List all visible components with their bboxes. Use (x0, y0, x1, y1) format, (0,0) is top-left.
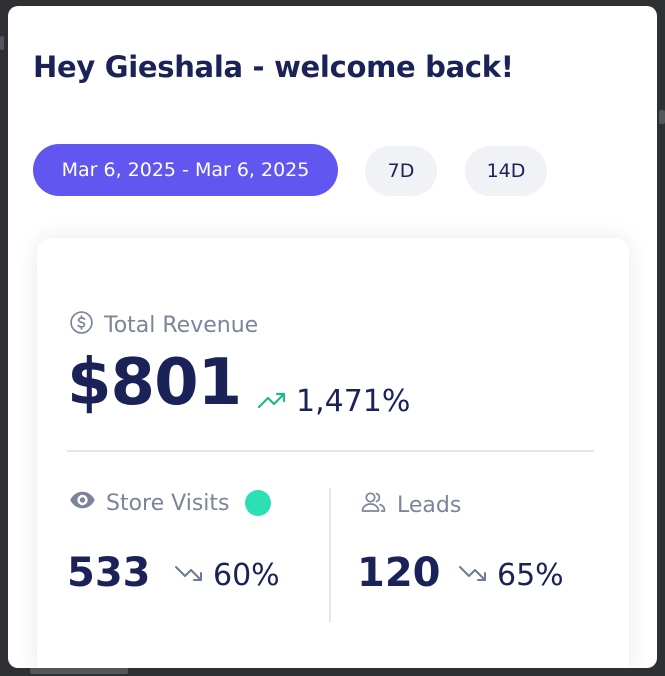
live-status-dot (245, 490, 272, 516)
store-visits-value: 533 (67, 550, 151, 596)
metrics-card: Total Revenue $801 1,471% Store Visits L… (37, 238, 629, 668)
total-revenue-heading: Total Revenue (69, 310, 258, 341)
trend-up-icon (257, 384, 296, 419)
background-fragment (659, 110, 665, 124)
leads-change: 65% (458, 558, 564, 593)
leads-change-percent: 65% (497, 558, 564, 593)
revenue-change: 1,471% (257, 384, 410, 419)
dollar-circle-icon (69, 310, 104, 341)
range-14d-button[interactable]: 14D (465, 146, 547, 196)
leads-label: Leads (397, 492, 462, 518)
section-divider (67, 450, 594, 452)
date-range-selector[interactable]: Mar 6, 2025 - Mar 6, 2025 (33, 144, 338, 196)
leads-value: 120 (357, 550, 441, 596)
range-7d-button[interactable]: 7D (365, 146, 437, 196)
total-revenue-label: Total Revenue (104, 313, 259, 338)
store-visits-heading: Store Visits (69, 490, 272, 516)
background-fragment (0, 36, 4, 50)
welcome-dashboard-modal: Hey Gieshala - welcome back! Mar 6, 2025… (8, 6, 657, 668)
total-revenue-value: $801 (67, 346, 242, 420)
store-visits-label: Store Visits (106, 490, 230, 516)
revenue-change-percent: 1,471% (296, 384, 411, 419)
store-visits-change-percent: 60% (213, 558, 280, 593)
page-title: Hey Gieshala - welcome back! (33, 50, 514, 84)
leads-heading: Leads (360, 490, 461, 520)
trend-down-icon (174, 558, 213, 593)
column-divider (329, 488, 331, 622)
store-visits-change: 60% (174, 558, 280, 593)
users-icon (360, 490, 397, 520)
eye-icon (69, 490, 106, 516)
trend-down-icon (458, 558, 497, 593)
